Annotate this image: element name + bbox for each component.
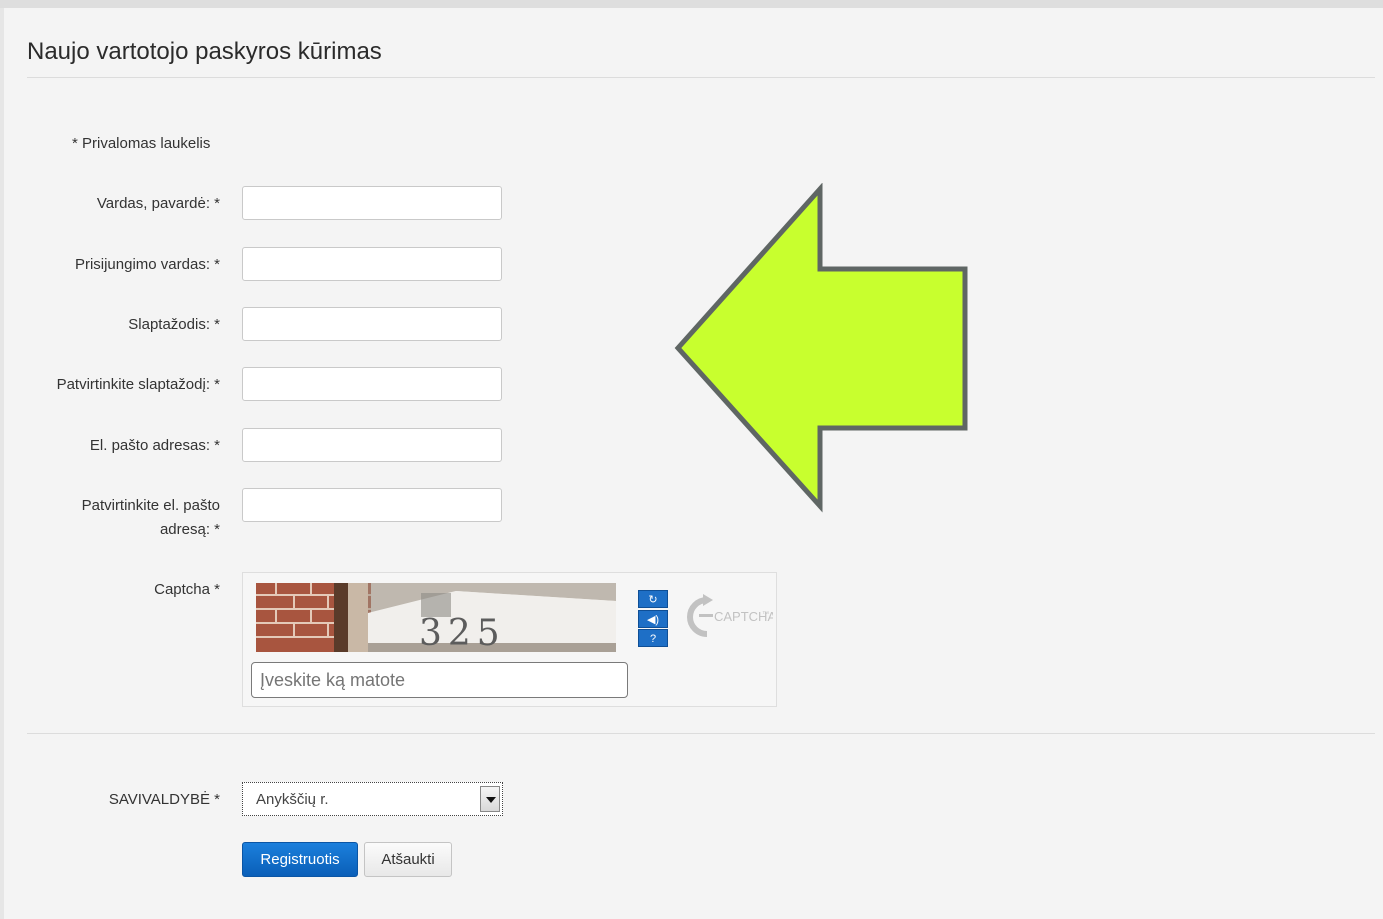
recaptcha-logo: CAPTCHA ™ [683, 594, 776, 640]
captcha-image: 325 [256, 583, 616, 652]
password-input[interactable] [242, 307, 502, 341]
left-edge [0, 8, 4, 919]
captcha-image-text: 325 [419, 613, 506, 652]
municipality-selected-value: Anykščių r. [256, 791, 329, 808]
username-label: Prisijungimo vardas: * [74, 256, 220, 273]
section-divider [27, 733, 1375, 734]
chevron-down-icon[interactable] [480, 786, 500, 812]
title-divider [27, 77, 1375, 78]
confirm-email-label-line2: adresą: * [159, 521, 220, 538]
confirm-password-input[interactable] [242, 367, 502, 401]
recaptcha-logo-tm: ™ [762, 611, 769, 618]
help-icon: ? [649, 633, 657, 645]
cancel-button[interactable]: Atšaukti [364, 842, 452, 877]
captcha-label: Captcha * [154, 581, 220, 598]
page-title: Naujo vartotojo paskyros kūrimas [27, 38, 382, 65]
register-button[interactable]: Registruotis [242, 842, 358, 877]
captcha-audio-button[interactable]: ◀) [638, 610, 668, 628]
captcha-refresh-button[interactable]: ↻ [638, 590, 668, 608]
confirm-email-label-line1: Patvirtinkite el. pašto [81, 497, 220, 514]
confirm-password-label: Patvirtinkite slaptažodį: * [56, 376, 220, 393]
email-input[interactable] [242, 428, 502, 462]
password-label: Slaptažodis: * [128, 316, 220, 333]
full-name-label: Vardas, pavardė: * [96, 195, 220, 212]
captcha-input[interactable] [251, 662, 628, 698]
full-name-input[interactable] [242, 186, 502, 220]
top-bar [0, 0, 1383, 8]
municipality-label: SAVIVALDYBĖ * [108, 791, 220, 808]
captcha-help-button[interactable]: ? [638, 629, 668, 647]
municipality-select[interactable]: Anykščių r. [242, 782, 503, 816]
refresh-icon: ↻ [648, 594, 658, 606]
confirm-email-input[interactable] [242, 488, 502, 522]
username-input[interactable] [242, 247, 502, 281]
required-note: * Privalomas laukelis [72, 135, 211, 152]
audio-icon: ◀) [646, 614, 660, 626]
left-arrow-icon [674, 183, 968, 513]
email-label: El. pašto adresas: * [89, 437, 220, 454]
confirm-email-label: Patvirtinkite el. pašto adresą: * [82, 494, 220, 542]
